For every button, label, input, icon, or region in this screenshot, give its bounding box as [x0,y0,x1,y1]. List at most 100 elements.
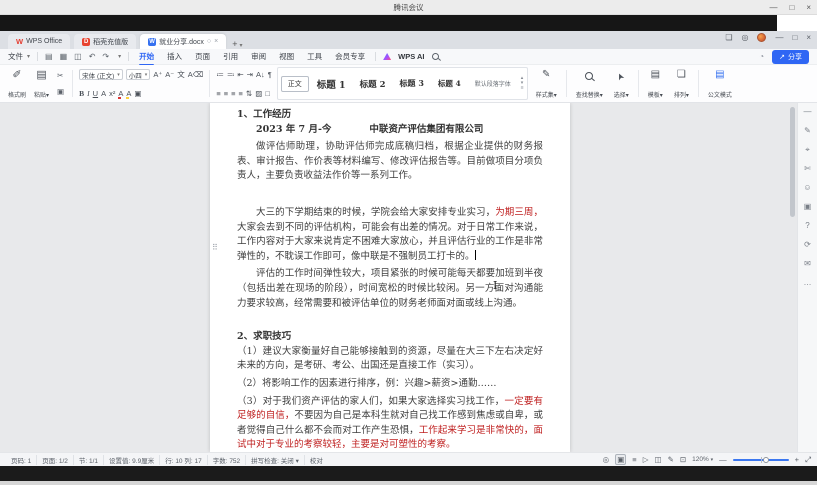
decrease-indent-icon[interactable]: ⇤ [237,69,243,80]
zoom-slider-thumb[interactable] [763,457,769,463]
style-default-font[interactable]: 默认段落字体 [469,77,517,90]
wps-close-icon[interactable]: × [806,33,811,42]
cut-tool-icon[interactable]: ✄ [804,164,811,173]
character-border-icon[interactable]: A [101,88,106,99]
align-justify-icon[interactable]: ≡ [239,88,243,99]
borders-icon[interactable]: □ [265,88,270,99]
status-proofread[interactable]: 校对 [304,455,328,465]
outline-view-icon[interactable]: ≡ [632,455,636,464]
tab-wps-home[interactable]: W WPS Office [8,34,70,49]
undo-icon[interactable]: ↶ [89,52,96,61]
meeting-minimize-icon[interactable]: — [769,3,777,12]
zoom-level[interactable]: 120% ▾ [692,456,713,463]
style-normal[interactable]: 正文 [281,76,309,92]
paragraph[interactable]: 1、工作经历 [237,108,543,123]
status-spellcheck[interactable]: 拼写检查: 关闭 ▾ [245,455,304,465]
zoom-in-icon[interactable]: + [795,455,799,464]
select-tool-icon[interactable]: ⌖ [805,145,810,154]
windows-switch-icon[interactable]: ❏ [725,33,732,42]
page-view-icon[interactable]: ▣ [615,454,626,465]
underline-icon[interactable]: U [93,88,98,99]
wps-restore-icon[interactable]: □ [792,33,797,42]
arrange-button[interactable]: ❏ 排列▾ [671,67,692,100]
paragraph[interactable]: （3）对于我们资产评估的家人们，如果大家选择实习找工作，一定要有足够的自信，不要… [237,395,543,453]
zoom-out-icon[interactable]: — [719,455,727,464]
bullets-icon[interactable]: ≔ [216,69,224,80]
paragraph[interactable]: （2）将影响工作的因素进行排序，例：兴趣>薪资>通勤…… [237,377,543,392]
show-marks-icon[interactable]: ¶ [268,69,272,80]
style-gallery-scroll[interactable]: ▴▾≡ [519,76,524,91]
font-size-select[interactable]: 小四▾ [126,69,151,80]
italic-icon[interactable]: I [87,88,90,99]
vertical-scrollbar[interactable] [790,105,795,450]
align-right-icon[interactable]: ≡ [231,88,235,99]
wps-minimize-icon[interactable]: — [775,33,783,42]
save-icon[interactable]: ▤ [45,52,53,61]
meeting-close-icon[interactable]: × [806,3,811,12]
numbering-icon[interactable]: ≕ [227,69,235,80]
paragraph[interactable]: 做评估师助理，协助评估师完成底稿归档，根据企业提供的财务报表、审计报告、作价表等… [237,140,543,184]
select-button[interactable]: ➤ 选择▾ [611,67,632,100]
menu-tab-home[interactable]: 开始 [136,49,157,64]
sync-icon[interactable]: ⟳ [804,240,811,249]
align-left-icon[interactable]: ≡ [216,88,220,99]
bold-icon[interactable]: B [79,88,84,99]
text-effects-icon[interactable]: 文 [177,69,185,80]
tab-document-active[interactable]: W 就业分享.docx ○ × [140,34,226,49]
zoom-slider[interactable] [733,459,789,461]
share-button[interactable]: ↗ 分享 [772,50,809,64]
align-center-icon[interactable]: ≡ [224,88,228,99]
tab-close-icon[interactable]: × [214,38,218,45]
sticker-icon[interactable]: ☺ [803,183,811,192]
paragraph-shading-icon[interactable]: ▨ [255,88,262,99]
copy-icon[interactable]: ▣ [55,87,66,96]
paragraph[interactable]: 2、求职技巧 [237,330,543,345]
print-icon[interactable]: ▦ [60,52,68,61]
menu-tab-review[interactable]: 审阅 [248,49,269,64]
paragraph[interactable]: 大三的下学期结束的时候，学院会给大家安排专业实习，为期三周，大家会去到不同的评估… [237,206,543,264]
print-layout-icon[interactable]: ◫ [654,455,661,464]
status-word-count[interactable]: 字数: 752 [207,455,245,465]
pen-icon[interactable]: ✎ [804,126,811,135]
snapshot-icon[interactable]: ▣ [804,202,812,211]
line-spacing-icon[interactable]: ⇅ [246,88,252,99]
more-icon[interactable]: … [804,278,812,287]
redo-dropdown-icon[interactable]: ▾ [118,53,121,60]
search-icon[interactable] [432,53,439,60]
highlight-color-icon[interactable]: A [126,88,131,99]
redo-icon[interactable]: ↷ [102,52,109,61]
eye-protect-icon[interactable]: ◎ [603,455,610,464]
paragraph[interactable]: （1）建议大家衡量好自己能够接触到的资源，尽量在大三下左右决定好未来的方向，是考… [237,345,543,374]
cut-icon[interactable]: ✂ [55,71,66,80]
increase-font-icon[interactable]: A⁺ [153,69,162,80]
style-heading4[interactable]: 标题 4 [432,76,467,91]
menu-tab-insert[interactable]: 插入 [164,49,185,64]
menu-tab-reference[interactable]: 引用 [220,49,241,64]
scrollbar-thumb[interactable] [790,107,795,217]
paragraph[interactable]: 2023 年 7 月-今 中联资产评估集团有限公司 [237,123,543,138]
superscript-icon[interactable]: x² [109,88,115,99]
file-menu[interactable]: 文件 ▾ [8,51,30,62]
template-button[interactable]: ▤ 模板▾ [645,67,666,100]
new-tab-dropdown-icon[interactable]: ▾ [239,42,242,49]
fit-page-icon[interactable]: ⊡ [680,455,686,464]
tab-docer[interactable]: D 稻壳充值版 [74,34,136,49]
fullscreen-icon[interactable]: ⤢ [805,455,811,465]
print-preview-icon[interactable]: ◫ [74,52,82,61]
sort-icon[interactable]: A↓ [256,69,265,80]
font-color-icon[interactable]: A [118,88,123,99]
increase-indent-icon[interactable]: ⇥ [247,69,253,80]
document-page[interactable]: 1、工作经历2023 年 7 月-今 中联资产评估集团有限公司做评估师助理，协助… [210,103,570,452]
style-set-button[interactable]: ✎ 样式集▾ [533,67,560,100]
decrease-font-icon[interactable]: A⁻ [165,69,174,80]
format-painter-button[interactable]: ✐ 格式刷 [6,67,28,100]
help-icon[interactable]: ? [805,221,809,230]
character-shading-icon[interactable]: ▣ [134,88,141,99]
paragraph-drag-handle[interactable]: ⠿ [212,243,217,252]
avatar[interactable] [757,33,766,42]
app-settings-icon[interactable]: ◎ [742,33,749,42]
ink-mode-icon[interactable]: ✎ [668,455,674,464]
menu-tab-tools[interactable]: 工具 [304,49,325,64]
read-mode-icon[interactable]: ▷ [643,455,649,464]
style-heading1[interactable]: 标题 1 [311,75,352,93]
